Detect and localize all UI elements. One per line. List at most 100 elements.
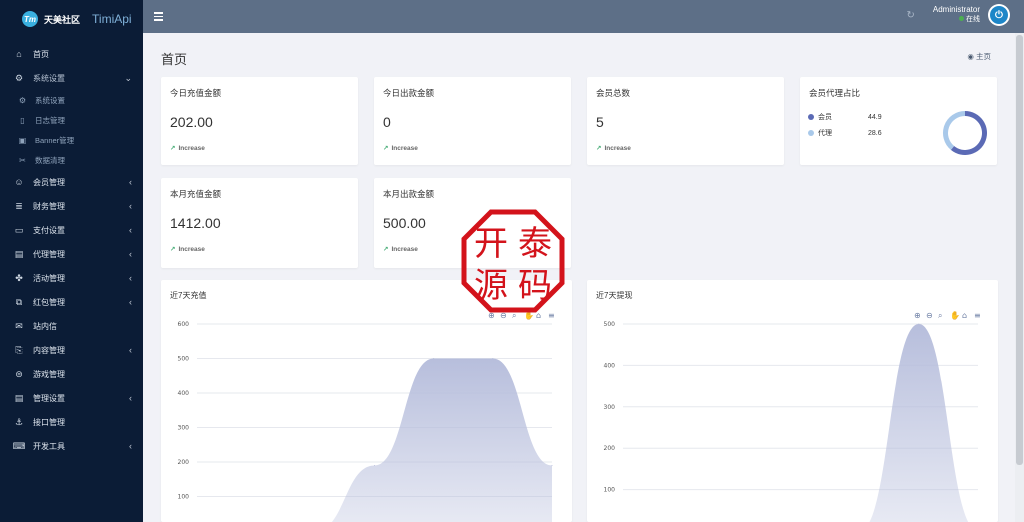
svg-text:源: 源 bbox=[474, 266, 508, 306]
stat-card-trend-label: Increase bbox=[604, 145, 631, 152]
zoom-in-icon[interactable]: ⊕ bbox=[914, 311, 921, 320]
breadcrumb-home-link[interactable]: ◉ 主页 bbox=[967, 51, 991, 62]
sidebar-item-label: 支付设置 bbox=[33, 225, 65, 235]
stat-card-title: 本月充值金额 bbox=[170, 189, 222, 199]
trend-up-icon: ↗ bbox=[170, 145, 176, 152]
sidebar-subitem-log[interactable]: ▯ 日志管理 bbox=[0, 110, 143, 130]
y-tick-label: 600 bbox=[178, 321, 190, 328]
online-dot-icon bbox=[959, 16, 964, 21]
stat-card-trend-label: Increase bbox=[391, 246, 418, 253]
reset-icon[interactable]: ⌂ bbox=[962, 311, 967, 320]
trend-up-icon: ↗ bbox=[383, 246, 389, 253]
area-series[interactable] bbox=[197, 358, 552, 522]
page-scrollbar[interactable] bbox=[1015, 33, 1024, 522]
legend-label: 会员 bbox=[818, 114, 832, 121]
data-point[interactable] bbox=[492, 358, 494, 359]
data-point[interactable] bbox=[374, 464, 375, 466]
sidebar-item-members[interactable]: ☺ 会员管理 ‹ bbox=[0, 170, 143, 194]
donut-slice-1[interactable] bbox=[943, 111, 965, 150]
stat-card-total-members: 会员总数 5 ↗ Increase bbox=[587, 77, 784, 165]
chevron-down-icon: ⌄ bbox=[124, 72, 132, 83]
sidebar-subitem-data-cleanup[interactable]: ✂ 数据清理 bbox=[0, 150, 143, 170]
gears-icon: ⚙ bbox=[14, 72, 24, 83]
stat-card-month-recharge: 本月充值金额 1412.00 ↗ Increase bbox=[161, 178, 358, 268]
user-icon: ☺ bbox=[14, 177, 24, 187]
chevron-left-icon: ‹ bbox=[129, 225, 132, 235]
stat-card-value: 500.00 bbox=[383, 215, 426, 231]
logout-button[interactable]: ⏻ bbox=[988, 4, 1010, 26]
stat-card-title: 今日充值金额 bbox=[170, 88, 222, 98]
sidebar-item-messages[interactable]: ✉ 站内信 bbox=[0, 314, 143, 338]
sidebar-item-games[interactable]: ⊜ 游戏管理 bbox=[0, 362, 143, 386]
envelope-icon: ✉ bbox=[15, 320, 23, 331]
refresh-icon[interactable]: ↻ bbox=[906, 10, 914, 21]
chart-card-7day-withdrawal: 近7天提现 ⊕⊖⌕✋⌂≡0100200300400500 bbox=[587, 280, 998, 522]
sidebar-item-label: 开发工具 bbox=[33, 441, 65, 451]
legend-item-member[interactable]: 会员 44.9 bbox=[808, 112, 882, 122]
stat-card-value: 1412.00 bbox=[170, 215, 221, 231]
data-point[interactable] bbox=[433, 358, 435, 359]
gamepad-icon: ⊜ bbox=[15, 368, 23, 379]
legend-item-agent[interactable]: 代理 28.6 bbox=[808, 128, 882, 138]
sidebar-item-red-packets[interactable]: ⧉ 红包管理 ‹ bbox=[0, 290, 143, 314]
scrollbar-thumb[interactable] bbox=[1016, 35, 1023, 465]
legend-dot bbox=[808, 114, 814, 120]
sidebar-item-label: 财务管理 bbox=[33, 201, 65, 211]
sidebar-item-label: 接口管理 bbox=[33, 417, 65, 427]
chevron-left-icon: ‹ bbox=[129, 297, 132, 307]
user-status-label: 在线 bbox=[966, 16, 980, 23]
sidebar-item-home[interactable]: ⌂ 首页 bbox=[0, 42, 143, 66]
sidebar-item-activities[interactable]: ✤ 活动管理 ‹ bbox=[0, 266, 143, 290]
copy-icon: ⎘ bbox=[15, 344, 23, 355]
sidebar-item-dev-tools[interactable]: ⌨ 开发工具 ‹ bbox=[0, 434, 143, 458]
zoom-out-icon[interactable]: ⊖ bbox=[926, 311, 933, 320]
sidebar-item-admin-settings[interactable]: ▤ 管理设置 ‹ bbox=[0, 386, 143, 410]
svg-text:码: 码 bbox=[518, 266, 552, 306]
bookmark-icon: ▭ bbox=[14, 224, 24, 235]
stat-card-value: 5 bbox=[596, 114, 604, 130]
menu-icon[interactable]: ≡ bbox=[974, 311, 981, 320]
sidebar-item-payment[interactable]: ▭ 支付设置 ‹ bbox=[0, 218, 143, 242]
stat-card-trend-label: Increase bbox=[391, 145, 418, 152]
sidebar-item-api[interactable]: ⚓ 接口管理 bbox=[0, 410, 143, 434]
anchor-icon: ⚓ bbox=[14, 416, 24, 427]
sidebar-item-system-settings[interactable]: ⚙ 系统设置 ⌄ bbox=[0, 66, 143, 90]
stat-card-value: 202.00 bbox=[170, 114, 213, 130]
chevron-left-icon: ‹ bbox=[129, 201, 132, 211]
stat-card-trend: ↗ Increase bbox=[383, 144, 418, 152]
sidebar-subitem-system-settings[interactable]: ⚙ 系统设置 bbox=[0, 90, 143, 110]
y-tick-label: 500 bbox=[604, 321, 616, 328]
sidebar-item-label: Banner管理 bbox=[35, 135, 75, 145]
user-info[interactable]: Administrator 在线 bbox=[933, 5, 980, 25]
y-tick-label: 200 bbox=[604, 445, 616, 452]
top-right-area: ↻ Administrator 在线 ⏻ bbox=[906, 4, 1010, 26]
sidebar-item-content[interactable]: ⎘ 内容管理 ‹ bbox=[0, 338, 143, 362]
gear-icon: ⚙ bbox=[18, 95, 27, 105]
data-point[interactable] bbox=[551, 464, 553, 466]
zoom-select-icon[interactable]: ⌕ bbox=[938, 311, 942, 320]
chevron-left-icon: ‹ bbox=[129, 345, 132, 355]
data-point[interactable] bbox=[918, 323, 920, 325]
sidebar: Tm 天美社区 TimiApi ⌂ 首页 ⚙ 系统设置 ⌄ ⚙ 系统设置 ▯ 日… bbox=[0, 0, 143, 522]
stat-card-trend: ↗ Increase bbox=[170, 245, 205, 253]
area-series[interactable] bbox=[623, 324, 978, 522]
sidebar-item-label: 管理设置 bbox=[33, 393, 65, 403]
chevron-left-icon: ‹ bbox=[129, 393, 132, 403]
chevron-left-icon: ‹ bbox=[129, 441, 132, 451]
sidebar-item-agents[interactable]: ▤ 代理管理 ‹ bbox=[0, 242, 143, 266]
gift-icon: ✤ bbox=[15, 272, 23, 283]
sidebar-subitem-banner[interactable]: ▣ Banner管理 bbox=[0, 130, 143, 150]
database-icon: ≣ bbox=[15, 200, 23, 211]
pan-icon[interactable]: ✋ bbox=[950, 310, 960, 320]
sidebar-item-label: 首页 bbox=[33, 49, 49, 59]
dashboard-icon: ◉ bbox=[967, 52, 976, 61]
sidebar-item-label: 内容管理 bbox=[33, 345, 65, 355]
y-tick-label: 400 bbox=[604, 362, 616, 369]
menu-toggle-icon[interactable] bbox=[154, 12, 163, 21]
brand[interactable]: Tm 天美社区 TimiApi bbox=[0, 0, 143, 38]
sidebar-nav: ⌂ 首页 ⚙ 系统设置 ⌄ ⚙ 系统设置 ▯ 日志管理 ▣ Banner管理 ✂… bbox=[0, 38, 143, 458]
keyboard-icon: ⌨ bbox=[12, 440, 26, 451]
image-icon: ▣ bbox=[18, 135, 27, 145]
legend-value: 28.6 bbox=[868, 129, 882, 137]
sidebar-item-finance[interactable]: ≣ 财务管理 ‹ bbox=[0, 194, 143, 218]
